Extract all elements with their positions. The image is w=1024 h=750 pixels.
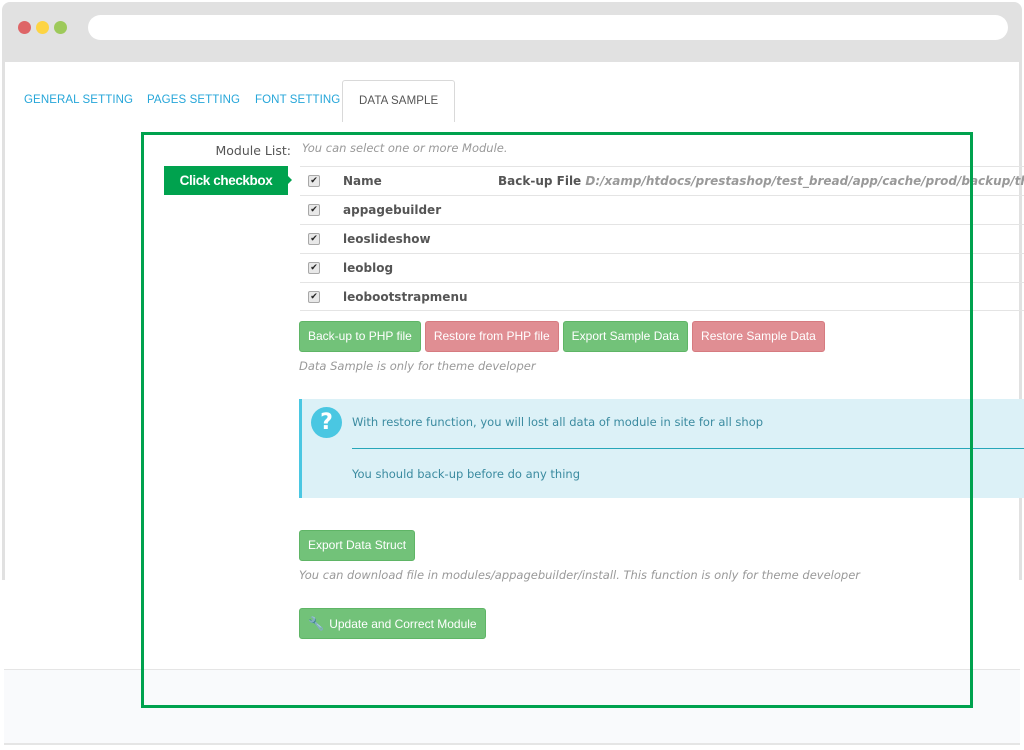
browser-window: GENERAL SETTING PAGES SETTING FONT SETTI… [0, 0, 1024, 750]
module-checkbox[interactable]: ✔ [308, 262, 320, 274]
tab-general-setting[interactable]: GENERAL SETTING [24, 80, 133, 120]
backup-file-path: D:/xamp/htdocs/prestashop/test_bread/app… [585, 174, 1024, 188]
module-name: leoslideshow [343, 232, 431, 246]
restore-warning-alert: ? With restore function, you will lost a… [299, 399, 1024, 498]
click-checkbox-callout: Click checkbox [164, 166, 288, 195]
table-row: ✔ leobootstrapmenu [300, 282, 1024, 311]
table-row: ✔ appagebuilder [300, 195, 1024, 224]
export-data-struct-button[interactable]: Export Data Struct [299, 530, 416, 561]
module-name: appagebuilder [343, 203, 442, 217]
minimize-window-button[interactable] [36, 21, 49, 34]
module-checkbox[interactable]: ✔ [308, 204, 320, 216]
module-list-hint: You can select one or more Module. [302, 141, 508, 155]
table-row: ✔ leoslideshow [300, 224, 1024, 253]
module-checkbox[interactable]: ✔ [308, 291, 320, 303]
tab-data-sample[interactable]: DATA SAMPLE [342, 80, 456, 122]
address-bar[interactable] [88, 15, 1008, 40]
alert-message-restore: With restore function, you will lost all… [352, 415, 764, 429]
window-border-left [2, 62, 5, 580]
tab-pages-setting[interactable]: PAGES SETTING [147, 80, 240, 120]
module-name: leoblog [343, 261, 394, 275]
panel-footer [4, 669, 1020, 745]
table-row: ✔ leoblog [300, 253, 1024, 282]
restore-from-php-button[interactable]: Restore from PHP file [424, 321, 559, 352]
table-header-row: ✔ Name Back-up File D:/xamp/htdocs/prest… [300, 166, 1024, 195]
settings-tabs: GENERAL SETTING PAGES SETTING FONT SETTI… [5, 80, 1019, 122]
alert-divider [352, 448, 1024, 449]
alert-message-backup: You should back-up before do any thing [352, 467, 580, 481]
data-struct-hint: You can download file in modules/appageb… [299, 568, 861, 582]
data-sample-actions: Back-up to PHP file Restore from PHP fil… [299, 321, 825, 352]
column-header-backup: Back-up File D:/xamp/htdocs/prestashop/t… [498, 174, 1024, 188]
export-sample-data-button[interactable]: Export Sample Data [562, 321, 689, 352]
module-checkbox[interactable]: ✔ [308, 233, 320, 245]
update-button-label: Update and Correct Module [329, 617, 477, 631]
close-window-button[interactable] [18, 21, 31, 34]
update-correct-module-button[interactable]: 🔧 Update and Correct Module [299, 608, 486, 639]
data-sample-hint: Data Sample is only for theme developer [299, 359, 536, 373]
backup-to-php-button[interactable]: Back-up to PHP file [299, 321, 421, 352]
module-list-label: Module List: [215, 143, 292, 158]
window-border-right [1019, 62, 1022, 580]
wrench-icon: 🔧 [308, 616, 325, 631]
callout-arrow [288, 176, 292, 184]
restore-sample-data-button[interactable]: Restore Sample Data [692, 321, 825, 352]
module-table: ✔ Name Back-up File D:/xamp/htdocs/prest… [300, 166, 1024, 311]
select-all-checkbox[interactable]: ✔ [308, 175, 320, 187]
tab-font-setting[interactable]: FONT SETTING [255, 80, 340, 120]
backup-file-label: Back-up File [498, 174, 582, 188]
question-circle-icon: ? [311, 407, 342, 438]
maximize-window-button[interactable] [54, 21, 67, 34]
column-header-name: Name [343, 174, 382, 188]
module-name: leobootstrapmenu [343, 290, 468, 304]
browser-toolbar [2, 2, 1022, 62]
